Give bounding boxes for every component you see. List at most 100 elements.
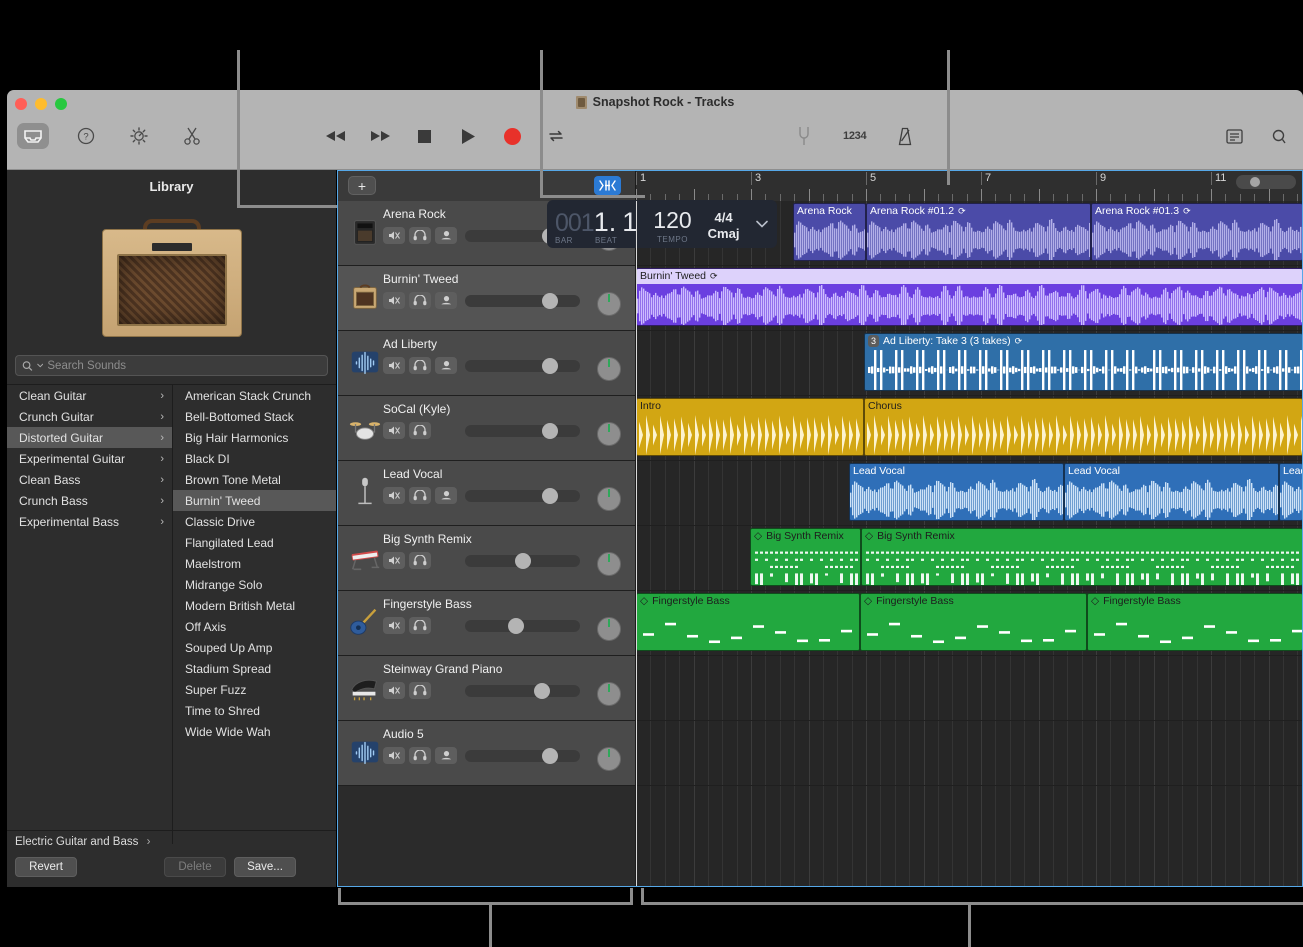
search-sounds-field[interactable]: [15, 355, 328, 376]
save-button[interactable]: Save...: [234, 857, 296, 877]
pan-knob[interactable]: [597, 357, 621, 381]
volume-slider[interactable]: [465, 555, 580, 567]
rewind-button[interactable]: [325, 126, 347, 146]
volume-slider-knob[interactable]: [542, 358, 558, 374]
region[interactable]: ◇Fingerstyle Bass: [1087, 593, 1302, 651]
volume-slider[interactable]: [465, 685, 580, 697]
arrange-canvas[interactable]: Arena RockArena Rock #01.2⟳Arena Rock #0…: [636, 201, 1302, 886]
library-category-item[interactable]: Experimental Guitar›: [7, 448, 172, 469]
zoom-slider-knob[interactable]: [1250, 177, 1260, 187]
solo-button[interactable]: [409, 552, 431, 569]
region[interactable]: Chorus: [864, 398, 1302, 456]
region[interactable]: ◇Big Synth Remix: [750, 528, 861, 586]
library-patch-item[interactable]: Modern British Metal: [173, 595, 336, 616]
volume-slider-knob[interactable]: [534, 683, 550, 699]
flex-button[interactable]: [594, 176, 621, 195]
library-patch-item[interactable]: Super Fuzz: [173, 679, 336, 700]
lcd-tempo-segment[interactable]: 120 TEMPO: [645, 200, 699, 248]
volume-slider-knob[interactable]: [515, 553, 531, 569]
library-category-item[interactable]: Crunch Guitar›: [7, 406, 172, 427]
track-lane[interactable]: [636, 721, 1302, 786]
record-button[interactable]: [501, 126, 523, 146]
solo-button[interactable]: [409, 227, 431, 244]
library-patch-item[interactable]: Flangilated Lead: [173, 532, 336, 553]
solo-button[interactable]: [409, 357, 431, 374]
library-patch-item[interactable]: Off Axis: [173, 616, 336, 637]
count-in-button[interactable]: 1234: [843, 130, 866, 142]
record-enable-button[interactable]: [435, 357, 457, 374]
mute-button[interactable]: [383, 357, 405, 374]
list-editors-button[interactable]: [1223, 126, 1245, 146]
solo-button[interactable]: [409, 292, 431, 309]
library-patch-item[interactable]: Bell-Bottomed Stack: [173, 406, 336, 427]
library-category-item[interactable]: Distorted Guitar›: [7, 427, 172, 448]
play-button[interactable]: [457, 126, 479, 146]
volume-slider-knob[interactable]: [542, 423, 558, 439]
volume-slider[interactable]: [465, 490, 580, 502]
pan-knob[interactable]: [597, 682, 621, 706]
mute-button[interactable]: [383, 487, 405, 504]
library-category-item[interactable]: Clean Guitar›: [7, 385, 172, 406]
region[interactable]: Lead: [1279, 463, 1302, 521]
playhead[interactable]: [636, 201, 637, 886]
lcd-chevron-down-icon[interactable]: [747, 200, 777, 248]
search-input[interactable]: [47, 360, 321, 372]
tuner-button[interactable]: [793, 126, 815, 146]
volume-slider-knob[interactable]: [542, 488, 558, 504]
track-header[interactable]: Fingerstyle Bass: [338, 591, 635, 656]
help-button[interactable]: ?: [70, 123, 102, 149]
solo-button[interactable]: [409, 487, 431, 504]
pan-knob[interactable]: [597, 487, 621, 511]
region[interactable]: Lead Vocal: [1064, 463, 1279, 521]
region[interactable]: Arena Rock: [793, 203, 866, 261]
library-patch-item[interactable]: Wide Wide Wah: [173, 721, 336, 742]
library-category-item[interactable]: Crunch Bass›: [7, 490, 172, 511]
solo-button[interactable]: [409, 422, 431, 439]
fast-forward-button[interactable]: [369, 126, 391, 146]
zoom-slider[interactable]: [1236, 175, 1296, 189]
pan-knob[interactable]: [597, 422, 621, 446]
library-category-list[interactable]: Clean Guitar›Crunch Guitar›Distorted Gui…: [7, 385, 173, 844]
track-header[interactable]: Steinway Grand Piano: [338, 656, 635, 721]
mute-button[interactable]: [383, 552, 405, 569]
mute-button[interactable]: [383, 292, 405, 309]
library-patch-item[interactable]: American Stack Crunch: [173, 385, 336, 406]
volume-slider-knob[interactable]: [542, 293, 558, 309]
record-enable-button[interactable]: [435, 292, 457, 309]
add-track-button[interactable]: +: [348, 176, 376, 195]
library-patch-item[interactable]: Black DI: [173, 448, 336, 469]
track-header[interactable]: Lead Vocal: [338, 461, 635, 526]
track-header[interactable]: Audio 5: [338, 721, 635, 786]
record-enable-button[interactable]: [435, 487, 457, 504]
revert-button[interactable]: Revert: [15, 857, 77, 877]
pan-knob[interactable]: [597, 552, 621, 576]
region[interactable]: 3Ad Liberty: Take 3 (3 takes)⟳: [864, 333, 1302, 391]
library-category-item[interactable]: Clean Bass›: [7, 469, 172, 490]
volume-slider[interactable]: [465, 750, 580, 762]
track-name[interactable]: Steinway Grand Piano: [383, 662, 502, 676]
pan-knob[interactable]: [597, 292, 621, 316]
cycle-button[interactable]: [545, 126, 567, 146]
volume-slider-knob[interactable]: [508, 618, 524, 634]
library-patch-item[interactable]: Maelstrom: [173, 553, 336, 574]
mute-button[interactable]: [383, 617, 405, 634]
record-enable-button[interactable]: [435, 227, 457, 244]
volume-slider[interactable]: [465, 295, 580, 307]
track-name[interactable]: SoCal (Kyle): [383, 402, 450, 416]
region[interactable]: Arena Rock #01.2⟳: [866, 203, 1091, 261]
track-name[interactable]: Fingerstyle Bass: [383, 597, 472, 611]
library-patch-item[interactable]: Time to Shred: [173, 700, 336, 721]
track-name[interactable]: Ad Liberty: [383, 337, 437, 351]
region[interactable]: Lead Vocal: [849, 463, 1064, 521]
region[interactable]: ◇Big Synth Remix: [861, 528, 1302, 586]
record-enable-button[interactable]: [435, 747, 457, 764]
library-patch-item[interactable]: Big Hair Harmonics: [173, 427, 336, 448]
solo-button[interactable]: [409, 682, 431, 699]
library-patch-item[interactable]: Brown Tone Metal: [173, 469, 336, 490]
region[interactable]: Arena Rock #01.3⟳: [1091, 203, 1302, 261]
lcd-signature-segment[interactable]: 4/4 Cmaj: [700, 200, 748, 248]
library-patch-item[interactable]: Burnin' Tweed: [173, 490, 336, 511]
mute-button[interactable]: [383, 747, 405, 764]
track-header[interactable]: Ad Liberty: [338, 331, 635, 396]
library-patch-item[interactable]: Midrange Solo: [173, 574, 336, 595]
